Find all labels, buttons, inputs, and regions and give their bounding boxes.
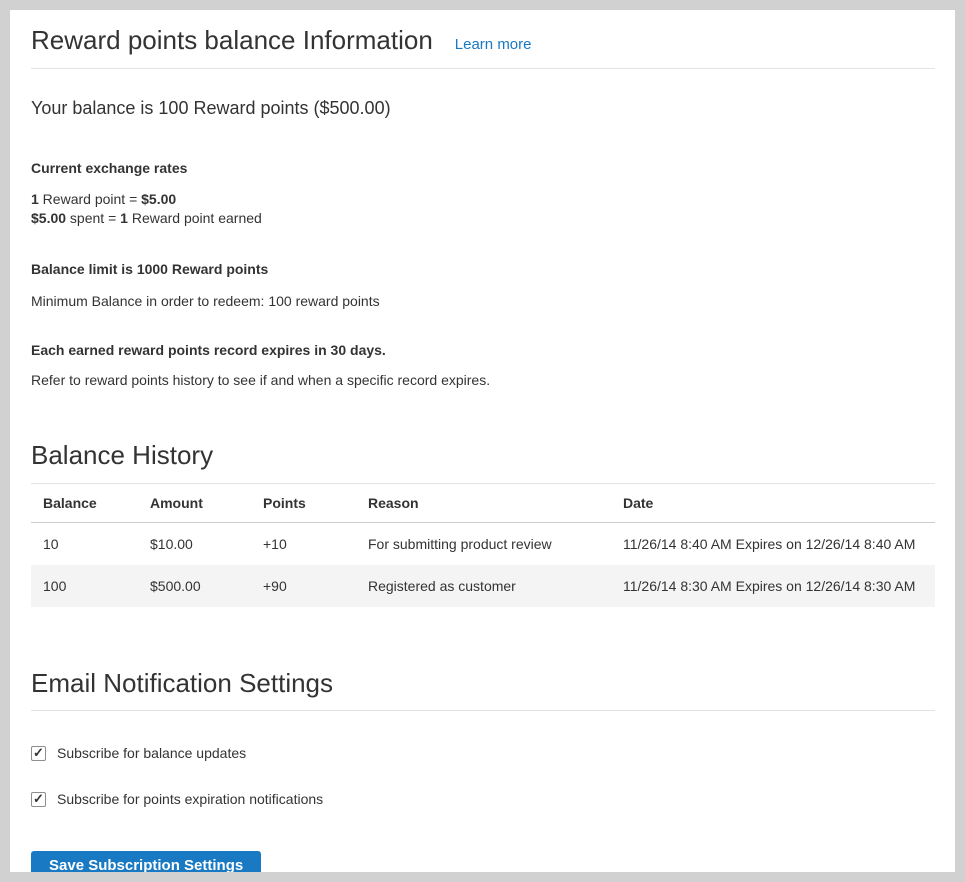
subscribe-balance-updates-option[interactable]: Subscribe for balance updates [31,745,935,761]
cell-reason: Registered as customer [356,565,611,607]
subscribe-expiration-notifications-option[interactable]: Subscribe for points expiration notifica… [31,791,935,807]
email-notification-title: Email Notification Settings [31,669,935,712]
minimum-balance-note: Minimum Balance in order to redeem: 100 … [31,293,935,309]
balance-history-title: Balance History [31,441,935,484]
cell-amount: $10.00 [138,522,251,565]
expiration-hint: Refer to reward points history to see if… [31,372,935,388]
cell-points: +90 [251,565,356,607]
cell-balance: 10 [31,522,138,565]
cell-date: 11/26/14 8:40 AM Expires on 12/26/14 8:4… [611,522,935,565]
page-header: Reward points balance Information Learn … [31,26,935,69]
exchange-rates-heading: Current exchange rates [31,160,935,176]
column-header-amount: Amount [138,484,251,523]
subscribe-expiration-notifications-label[interactable]: Subscribe for points expiration notifica… [57,791,323,807]
exchange-rate-line-1: 1 Reward point = $5.00 [31,190,935,209]
column-header-balance: Balance [31,484,138,523]
subscribe-expiration-notifications-checkbox[interactable] [31,792,46,807]
subscribe-balance-updates-label[interactable]: Subscribe for balance updates [57,745,246,761]
subscribe-balance-updates-checkbox[interactable] [31,746,46,761]
save-subscription-settings-button[interactable]: Save Subscription Settings [31,851,261,872]
cell-points: +10 [251,522,356,565]
cell-balance: 100 [31,565,138,607]
exchange-rate-line-2: $5.00 spent = 1 Reward point earned [31,209,935,228]
balance-history-section: Balance History Balance Amount Points Re… [31,441,935,607]
cell-date: 11/26/14 8:30 AM Expires on 12/26/14 8:3… [611,565,935,607]
table-header-row: Balance Amount Points Reason Date [31,484,935,523]
column-header-date: Date [611,484,935,523]
balance-summary: Your balance is 100 Reward points ($500.… [31,98,935,120]
column-header-points: Points [251,484,356,523]
table-row: 100 $500.00 +90 Registered as customer 1… [31,565,935,607]
email-notification-section: Email Notification Settings Subscribe fo… [31,669,935,872]
balance-limit-note: Balance limit is 1000 Reward points [31,261,935,277]
cell-reason: For submitting product review [356,522,611,565]
learn-more-link[interactable]: Learn more [455,36,532,53]
table-row: 10 $10.00 +10 For submitting product rev… [31,522,935,565]
expiration-note: Each earned reward points record expires… [31,342,935,358]
balance-history-table: Balance Amount Points Reason Date 10 $10… [31,484,935,607]
column-header-reason: Reason [356,484,611,523]
reward-points-card: Reward points balance Information Learn … [10,10,955,872]
cell-amount: $500.00 [138,565,251,607]
page-background: Reward points balance Information Learn … [0,0,965,882]
exchange-rates-lines: 1 Reward point = $5.00 $5.00 spent = 1 R… [31,190,935,228]
page-title: Reward points balance Information [31,26,433,55]
